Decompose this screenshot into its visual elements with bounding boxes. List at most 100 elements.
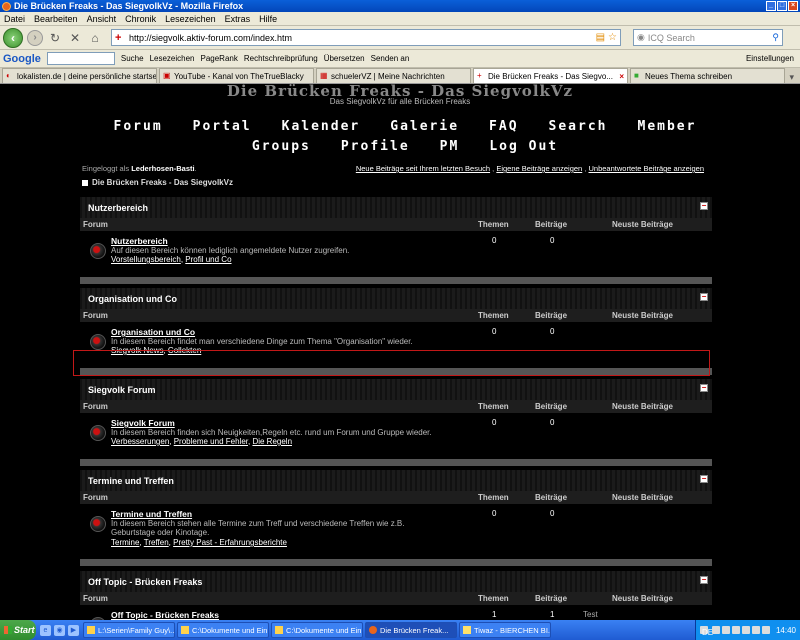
- login-username[interactable]: Lederhosen-Basti: [131, 164, 194, 173]
- subforum-link[interactable]: Profil und Co: [185, 255, 231, 264]
- menu-hilfe[interactable]: Hilfe: [259, 14, 277, 24]
- link-own-posts[interactable]: Eigene Beiträge anzeigen: [496, 164, 582, 173]
- subforum-link[interactable]: Termine: [111, 538, 139, 547]
- gbar-item-rechtschreibung[interactable]: Rechtschreibprüfung: [244, 54, 318, 63]
- tab-list-icon[interactable]: ▾: [789, 72, 800, 83]
- url-bar[interactable]: + http://siegvolk.aktiv-forum.com/index.…: [111, 29, 621, 46]
- collapse-icon[interactable]: −: [700, 202, 708, 210]
- nav-pm[interactable]: PM: [440, 139, 460, 159]
- forward-button[interactable]: ›: [27, 29, 43, 46]
- quicklaunch-icon[interactable]: e: [40, 624, 51, 636]
- subforum-link[interactable]: Verbesserungen: [111, 437, 169, 446]
- language-indicator[interactable]: DE: [699, 626, 713, 637]
- tray-icon[interactable]: [721, 626, 730, 634]
- collapse-icon[interactable]: −: [700, 475, 708, 483]
- search-input[interactable]: ◉ ICQ Search ⚲: [633, 29, 783, 46]
- taskbar-item[interactable]: C:\Dokumente und Ein...: [271, 622, 363, 638]
- bookmark-star-icon[interactable]: ☆: [608, 32, 617, 43]
- tab-bruecken-freaks[interactable]: + Die Brücken Freaks - Das Siegvo... ×: [473, 68, 628, 83]
- tray-icon[interactable]: [741, 626, 750, 634]
- subforum-link[interactable]: Probleme und Fehler: [174, 437, 248, 446]
- topics-count: 1: [492, 610, 497, 619]
- tray-icon[interactable]: [731, 626, 740, 634]
- collapse-icon[interactable]: −: [700, 384, 708, 392]
- tab-label: YouTube - Kanal von TheTrueBlacky: [174, 71, 304, 81]
- tab-label: Neues Thema schreiben: [645, 71, 733, 81]
- collapse-icon[interactable]: −: [700, 576, 708, 584]
- home-icon[interactable]: ⌂: [87, 30, 103, 46]
- tab-lokalisten[interactable]: ◐ lokalisten.de | deine persönliche star…: [2, 68, 157, 83]
- subforum-link[interactable]: Pretty Past - Erfahrungsberichte: [173, 538, 287, 547]
- google-search-field[interactable]: [46, 52, 115, 65]
- category-title[interactable]: Organisation und Co: [88, 294, 177, 304]
- latest-post[interactable]: Test: [583, 610, 598, 619]
- gbar-item-lesezeichen[interactable]: Lesezeichen: [150, 54, 195, 63]
- forum-title[interactable]: Off Topic - Brücken Freaks: [111, 610, 219, 620]
- forum-title[interactable]: Organisation und Co: [111, 327, 195, 337]
- subforum-link[interactable]: Treffen: [144, 538, 169, 547]
- taskbar-item[interactable]: L:\Serien\Family Guy\...: [83, 622, 175, 638]
- nav-galerie[interactable]: Galerie: [390, 119, 459, 139]
- breadcrumb-link[interactable]: Die Brücken Freaks - Das SiegvolkVz: [92, 178, 233, 187]
- tray-icon[interactable]: [711, 626, 720, 634]
- quicklaunch-icon[interactable]: ◉: [54, 624, 65, 636]
- gbar-settings[interactable]: Einstellungen: [746, 54, 794, 63]
- close-button[interactable]: ×: [788, 1, 798, 11]
- tab-close-icon[interactable]: ×: [619, 72, 627, 81]
- nav-groups[interactable]: Groups: [252, 139, 311, 159]
- nav-kalender[interactable]: Kalender: [282, 119, 361, 139]
- rss-icon[interactable]: ▤: [596, 32, 605, 43]
- site-subtitle: Das SiegvolkVz für alle Brücken Freaks: [329, 97, 471, 106]
- start-button[interactable]: Start: [0, 620, 36, 640]
- windows-taskbar: Start e ◉ ▶ L:\Serien\Family Guy\... C:\…: [0, 620, 800, 640]
- nav-forum[interactable]: Forum: [114, 119, 163, 139]
- menu-ansicht[interactable]: Ansicht: [87, 14, 117, 24]
- tray-icon[interactable]: [761, 626, 770, 634]
- firefox-icon: [2, 1, 11, 11]
- back-button[interactable]: ‹: [3, 27, 23, 48]
- forum-title[interactable]: Termine und Treffen: [111, 509, 192, 519]
- nav-faq[interactable]: FAQ: [489, 119, 518, 139]
- maximize-button[interactable]: □: [777, 1, 787, 11]
- folder-icon: [181, 626, 189, 634]
- category-title[interactable]: Termine und Treffen: [88, 476, 174, 486]
- nav-portal[interactable]: Portal: [193, 119, 252, 139]
- google-search-button[interactable]: Suche: [121, 54, 144, 63]
- quicklaunch-icon[interactable]: ▶: [68, 624, 79, 636]
- menu-datei[interactable]: Datei: [4, 14, 25, 24]
- taskbar-item-active[interactable]: Die Brücken Freak...: [365, 622, 457, 638]
- gbar-item-senden[interactable]: Senden an: [371, 54, 410, 63]
- forum-title[interactable]: Nutzerbereich: [111, 236, 168, 246]
- category-title[interactable]: Off Topic - Brücken Freaks: [88, 577, 202, 587]
- tab-neues-thema[interactable]: ■ Neues Thema schreiben: [630, 68, 785, 83]
- minimize-button[interactable]: _: [766, 1, 776, 11]
- stop-icon[interactable]: ✕: [67, 30, 83, 46]
- menu-extras[interactable]: Extras: [225, 14, 251, 24]
- forum-title[interactable]: Siegvolk Forum: [111, 418, 175, 428]
- category-title[interactable]: Siegvolk Forum: [88, 385, 156, 395]
- search-icon[interactable]: ⚲: [772, 32, 782, 43]
- reload-icon[interactable]: ↻: [47, 30, 63, 46]
- collapse-icon[interactable]: −: [700, 293, 708, 301]
- search-engine-icon[interactable]: ◉: [637, 32, 645, 43]
- subforum-link[interactable]: Die Regeln: [252, 437, 292, 446]
- topics-count: 0: [492, 418, 497, 427]
- gbar-item-pagerank[interactable]: PageRank: [201, 54, 238, 63]
- nav-member[interactable]: Member: [638, 119, 697, 139]
- gbar-item-uebersetzen[interactable]: Übersetzen: [324, 54, 365, 63]
- tray-icon[interactable]: [751, 626, 760, 634]
- category-title[interactable]: Nutzerbereich: [88, 203, 148, 213]
- menu-chronik[interactable]: Chronik: [125, 14, 156, 24]
- link-new-posts[interactable]: Neue Beiträge seit Ihrem letzten Besuch: [356, 164, 490, 173]
- nav-logout[interactable]: Log Out: [489, 139, 558, 159]
- menu-lesezeichen[interactable]: Lesezeichen: [165, 14, 216, 24]
- tab-youtube[interactable]: ▣ YouTube - Kanal von TheTrueBlacky: [159, 68, 314, 83]
- nav-profile[interactable]: Profile: [341, 139, 410, 159]
- tab-schuelervz[interactable]: ▦ schuelerVZ | Meine Nachrichten: [316, 68, 471, 83]
- taskbar-item[interactable]: C:\Dokumente und Ein...: [177, 622, 269, 638]
- menu-bearbeiten[interactable]: Bearbeiten: [34, 14, 78, 24]
- subforum-link[interactable]: Vorstellungsbereich: [111, 255, 181, 264]
- link-unanswered[interactable]: Unbeantwortete Beiträge anzeigen: [589, 164, 705, 173]
- taskbar-item[interactable]: Tiwaz - BIERCHEN BI...: [459, 622, 551, 638]
- nav-search[interactable]: Search: [549, 119, 608, 139]
